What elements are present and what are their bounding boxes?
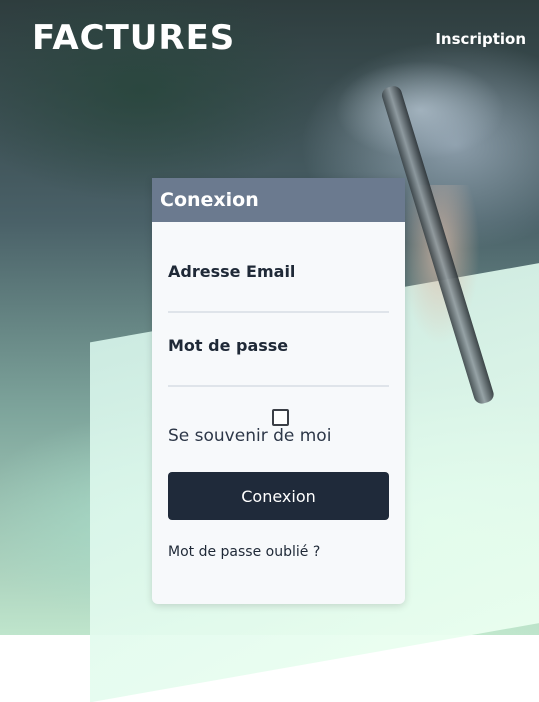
password-field-group: Mot de passe — [168, 336, 389, 387]
signup-link[interactable]: Inscription — [435, 30, 526, 48]
remember-me-label[interactable]: Se souvenir de moi — [168, 426, 331, 446]
password-input[interactable] — [168, 361, 389, 387]
email-field-group: Adresse Email — [168, 262, 389, 313]
email-label: Adresse Email — [168, 262, 296, 281]
login-button[interactable]: Conexion — [168, 472, 389, 520]
forgot-password-link[interactable]: Mot de passe oublié ? — [168, 544, 320, 560]
password-label: Mot de passe — [168, 336, 289, 355]
email-input[interactable] — [168, 287, 389, 313]
login-card-title: Conexion — [152, 178, 405, 222]
remember-me-checkbox[interactable] — [272, 409, 289, 426]
brand-logo[interactable]: FACTURES — [32, 18, 235, 58]
login-card: Conexion Adresse Email Mot de passe Se s… — [152, 178, 405, 604]
